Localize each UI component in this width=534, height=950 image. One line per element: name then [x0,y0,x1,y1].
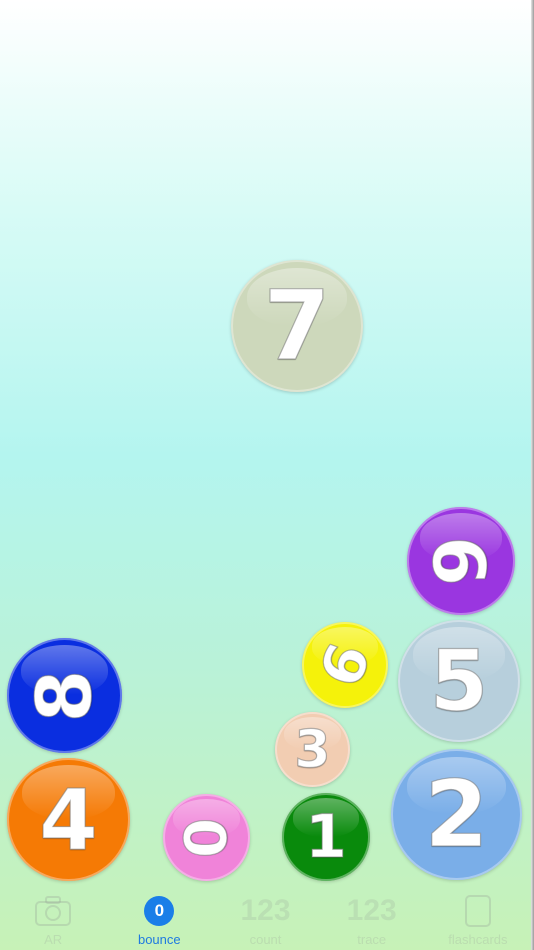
number-ball-0-label: 0 [172,817,241,859]
number-ball-7-label: 7 [263,270,331,382]
tab-bar: AR 0 bounce 123 count 123 trace flashcar… [0,888,531,950]
number-ball-6[interactable]: 6 [302,622,388,708]
bounce-badge: 0 [144,896,175,926]
camera-icon [34,894,72,928]
number-ball-2-label: 2 [424,760,489,868]
number-ball-6-label: 6 [306,634,385,696]
number-ball-3-label: 3 [294,719,331,780]
number-ball-5-label: 5 [429,632,489,730]
number-ball-4[interactable]: 4 [7,758,130,881]
number-ball-1-label: 1 [305,802,348,872]
tab-ar[interactable]: AR [0,888,106,950]
tab-bounce[interactable]: 0 bounce [106,888,212,950]
number-ball-4-label: 4 [39,770,99,869]
number-ball-3[interactable]: 3 [275,712,350,787]
number-ball-0[interactable]: 0 [163,794,250,881]
number-ball-9[interactable]: 9 [407,507,515,615]
tab-count[interactable]: 123 count [212,888,318,950]
tab-flashcards[interactable]: flashcards [425,888,531,950]
number-ball-1[interactable]: 1 [282,793,370,881]
tab-ar-label: AR [44,932,63,947]
card-icon [464,894,492,928]
tab-count-label: count [249,932,282,947]
count-icon: 123 [240,894,291,927]
bounce-badge-icon: 0 [144,894,175,928]
number-ball-9-label: 9 [418,535,503,587]
number-ball-2[interactable]: 2 [391,749,522,880]
tab-trace[interactable]: 123 trace [319,888,425,950]
tab-flashcards-label: flashcards [448,932,508,947]
tab-bounce-label: bounce [137,932,181,947]
number-ball-8-label: 8 [19,668,109,722]
trace-icon: 123 [346,894,397,927]
tab-trace-label: trace [357,932,387,947]
number-ball-5[interactable]: 5 [398,620,520,742]
number-ball-8[interactable]: 8 [7,638,122,753]
number-ball-7[interactable]: 7 [231,260,363,392]
